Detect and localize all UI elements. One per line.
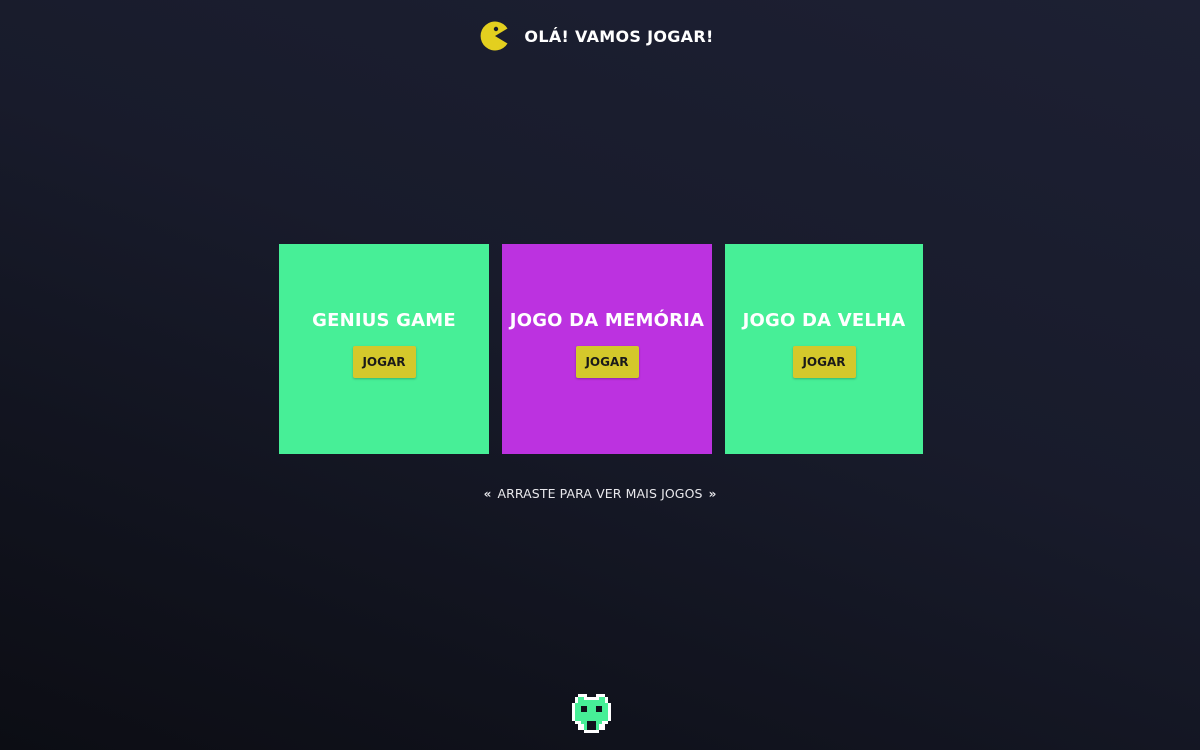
double-chevron-left-icon: « (483, 487, 492, 501)
game-card-title: JOGO DA MEMÓRIA (509, 310, 705, 331)
pacman-icon (481, 21, 508, 51)
swipe-hint-text: ARRASTE PARA VER MAIS JOGOS (497, 486, 703, 501)
space-invader-icon (572, 694, 611, 733)
play-button[interactable]: JOGAR (352, 346, 416, 378)
swipe-hint: « ARRASTE PARA VER MAIS JOGOS » (0, 486, 1200, 501)
game-card-title: JOGO DA VELHA (742, 310, 906, 331)
page-header: OLÁ! VAMOS JOGAR! (0, 20, 1200, 52)
play-button[interactable]: JOGAR (575, 346, 639, 378)
game-card-velha[interactable]: JOGO DA VELHA JOGAR (725, 244, 923, 454)
page-title: OLÁ! VAMOS JOGAR! (524, 26, 714, 46)
games-carousel[interactable]: GENIUS GAME JOGAR JOGO DA MEMÓRIA JOGAR … (279, 244, 923, 454)
play-button[interactable]: JOGAR (792, 346, 856, 378)
game-card-title: GENIUS GAME (312, 310, 456, 331)
game-card-memoria[interactable]: JOGO DA MEMÓRIA JOGAR (502, 244, 712, 454)
double-chevron-right-icon: » (708, 487, 717, 501)
game-card-genius[interactable]: GENIUS GAME JOGAR (279, 244, 489, 454)
